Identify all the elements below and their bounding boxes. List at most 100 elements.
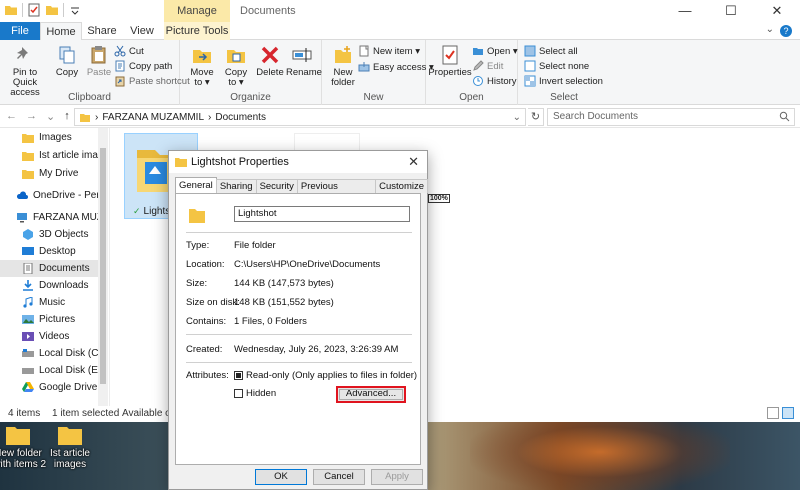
tab-customize[interactable]: Customize xyxy=(375,179,428,193)
sidebar-item-onedrive[interactable]: OneDrive - Persona xyxy=(0,187,98,204)
ok-button[interactable]: OK xyxy=(255,469,307,485)
scrollbar-thumb[interactable] xyxy=(100,148,106,384)
hidden-checkbox[interactable]: Hidden xyxy=(234,388,276,399)
properties-button[interactable]: Properties xyxy=(428,42,472,78)
hidden-checkbox-box[interactable] xyxy=(234,389,243,398)
address-dropdown-icon[interactable]: ⌄ xyxy=(513,112,521,123)
open-button[interactable]: Open ▾ xyxy=(472,44,518,58)
folder-icon xyxy=(6,427,30,445)
folder-app-icon xyxy=(5,6,17,15)
sidebar-item-3d-objects[interactable]: 3D Objects xyxy=(0,226,98,243)
tab-previous-versions[interactable]: Previous Versions xyxy=(296,179,377,205)
disk-icon xyxy=(22,349,34,357)
breadcrumb-farzana[interactable]: FARZANA MUZAMMIL xyxy=(102,112,204,123)
customize-toolbar-icon[interactable] xyxy=(68,3,82,17)
tab-view[interactable]: View xyxy=(124,22,160,40)
easy-access-button[interactable]: Easy access ▾ xyxy=(358,60,434,74)
sidebar-item-images[interactable]: Images xyxy=(0,129,98,146)
sidebar-item-google-drive[interactable]: Google Drive (G:) xyxy=(0,379,98,396)
maximize-button[interactable]: ☐ xyxy=(708,0,754,22)
music-icon xyxy=(23,297,33,308)
move-to-button[interactable]: Move to ▾ xyxy=(186,42,218,88)
disk-icon xyxy=(22,368,34,374)
sidebar-item-label: Downloads xyxy=(39,280,89,291)
desktop-icon-ist-article-images[interactable]: Ist article images xyxy=(40,424,100,470)
sidebar-item-music[interactable]: Music xyxy=(0,294,98,311)
up-button[interactable]: ↑ xyxy=(64,110,70,123)
sidebar-item-videos[interactable]: Videos xyxy=(0,328,98,345)
sidebar-item-desktop[interactable]: Desktop xyxy=(0,243,98,260)
details-view-icon[interactable] xyxy=(767,407,779,419)
new-item-button[interactable]: New item ▾ xyxy=(358,44,420,58)
tab-general[interactable]: General xyxy=(175,177,217,193)
cut-button[interactable]: Cut xyxy=(114,44,144,58)
documents-icon xyxy=(23,263,33,274)
advanced-button[interactable]: Advanced... xyxy=(336,386,406,403)
copy-to-button[interactable]: Copy to ▾ xyxy=(220,42,252,88)
edit-button[interactable]: Edit xyxy=(472,59,503,73)
apply-button[interactable]: Apply xyxy=(371,469,423,485)
sidebar-item-local-disk-e[interactable]: Local Disk (E:) xyxy=(0,362,98,379)
tab-share[interactable]: Share xyxy=(84,22,120,40)
search-placeholder: Search Documents xyxy=(553,111,639,122)
invert-selection-label: Invert selection xyxy=(539,75,603,87)
tab-picture-tools[interactable]: Picture Tools xyxy=(164,22,230,40)
copy-path-icon xyxy=(115,60,125,72)
recent-locations-button[interactable]: ⌄ xyxy=(46,110,55,123)
dialog-title: Lightshot Properties xyxy=(191,156,289,168)
folder-name-field[interactable]: Lightshot xyxy=(234,206,410,222)
tab-security[interactable]: Security xyxy=(255,179,298,193)
breadcrumb-documents[interactable]: Documents xyxy=(215,112,266,123)
pin-to-quick-access-button[interactable]: Pin to Quick access xyxy=(2,42,48,98)
new-folder-button[interactable]: New folder xyxy=(326,42,360,88)
tab-file[interactable]: File xyxy=(0,22,40,40)
dialog-close-button[interactable]: ✕ xyxy=(408,151,419,173)
sidebar-item-pictures[interactable]: Pictures xyxy=(0,311,98,328)
video-icon xyxy=(22,332,34,341)
history-button[interactable]: History xyxy=(472,74,517,88)
paste-shortcut-button[interactable]: Paste shortcut xyxy=(114,74,190,88)
sidebar-item-ist-article-images[interactable]: Ist article images xyxy=(0,147,98,164)
open-group-label: Open xyxy=(459,92,484,103)
help-icon[interactable]: ? xyxy=(780,25,792,37)
invert-selection-button[interactable]: Invert selection xyxy=(524,74,603,88)
sidebar-scrollbar[interactable] xyxy=(98,128,108,406)
forward-button[interactable]: → xyxy=(26,110,37,123)
desktop-icon xyxy=(22,247,34,255)
sidebar-item-label: OneDrive - Persona xyxy=(33,190,98,201)
sidebar-item-downloads[interactable]: Downloads xyxy=(0,277,98,294)
paste-button[interactable]: Paste xyxy=(84,42,114,78)
breadcrumb[interactable]: › FARZANA MUZAMMIL › Documents ⌄ xyxy=(74,108,526,126)
new-folder-icon[interactable] xyxy=(45,3,59,17)
cancel-button[interactable]: Cancel xyxy=(313,469,365,485)
collapse-ribbon-icon[interactable]: ⌄ xyxy=(766,24,774,35)
minimize-button[interactable]: — xyxy=(662,0,708,22)
copy-path-button[interactable]: Copy path xyxy=(114,59,172,73)
properties-check-icon[interactable] xyxy=(27,3,41,17)
hidden-label: Hidden xyxy=(246,388,277,399)
large-icons-view-icon[interactable] xyxy=(782,407,794,419)
navigation-pane: Images Ist article images My Drive OneDr… xyxy=(0,128,110,406)
sidebar-item-label: Local Disk (E:) xyxy=(39,365,98,376)
created-value: Wednesday, July 26, 2023, 3:26:39 AM xyxy=(234,344,399,355)
tab-home[interactable]: Home xyxy=(40,22,82,41)
close-button[interactable]: ✕ xyxy=(754,0,800,22)
back-button[interactable]: ← xyxy=(6,110,17,123)
refresh-button[interactable]: ↻ xyxy=(528,108,544,126)
sidebar-item-this-pc[interactable]: FARZANA MUZAMMIL xyxy=(0,209,98,226)
select-all-button[interactable]: Select all xyxy=(524,44,578,58)
search-input[interactable]: Search Documents xyxy=(547,108,795,126)
breadcrumb-separator: › xyxy=(95,111,99,123)
readonly-checkbox[interactable]: Read-only (Only applies to files in fold… xyxy=(234,370,417,381)
sidebar-item-local-disk-c[interactable]: Local Disk (C:) xyxy=(0,345,98,362)
sidebar-item-documents[interactable]: Documents xyxy=(0,260,98,277)
readonly-checkbox-box[interactable] xyxy=(234,371,243,380)
delete-button[interactable]: Delete xyxy=(256,42,284,78)
manage-context-tab[interactable]: Manage xyxy=(164,0,230,22)
copy-button[interactable]: Copy xyxy=(52,42,82,78)
sidebar-item-my-drive[interactable]: My Drive xyxy=(0,165,98,182)
select-none-button[interactable]: Select none xyxy=(524,59,589,73)
rename-button[interactable]: Rename xyxy=(286,42,322,78)
clipboard-group-label: Clipboard xyxy=(68,92,111,103)
tab-sharing[interactable]: Sharing xyxy=(215,179,257,193)
